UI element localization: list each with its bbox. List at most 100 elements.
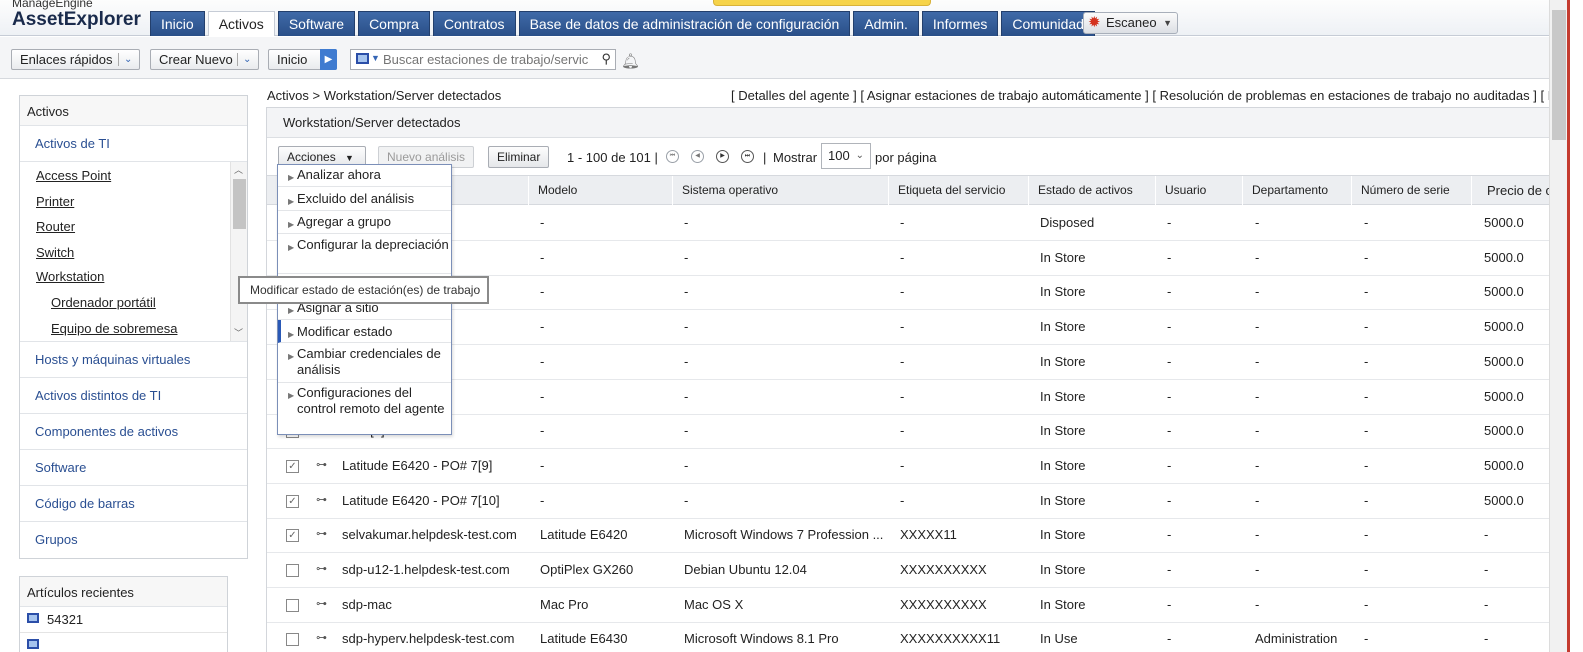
table-row[interactable]: ⊶ sdp-hyperv.helpdesk-test.com Latitude E6…: [267, 622, 1556, 652]
tab-6[interactable]: Admin.: [853, 11, 919, 36]
tab-7[interactable]: Informes: [921, 11, 999, 36]
tree-item-router[interactable]: Router: [36, 219, 75, 234]
page-scroll-thumb[interactable]: [1552, 10, 1566, 140]
prev-page-icon[interactable]: ◀: [691, 150, 704, 163]
column-header-asset-state[interactable]: Estado de activos: [1028, 176, 1155, 205]
table-row[interactable]: ⊶O# 7[5]---In Store---5000.0: [267, 310, 1556, 346]
tab-4[interactable]: Contratos: [432, 11, 516, 36]
top-notice-bar[interactable]: [713, 0, 931, 6]
sidebar-item-it-assets[interactable]: Activos de TI: [20, 126, 247, 162]
caret-down-icon[interactable]: ▼: [371, 53, 380, 63]
row-checkbox[interactable]: ✓: [286, 529, 299, 543]
scroll-up-icon[interactable]: ︿: [234, 163, 243, 176]
table-row[interactable]: ⊶O# 7[3]---In Store---5000.0: [267, 241, 1556, 276]
tab-0[interactable]: Inicio: [150, 11, 205, 36]
quick-links-button[interactable]: Enlaces rápidos ⌄: [11, 49, 140, 70]
sidebar-item-software[interactable]: Software: [20, 450, 247, 486]
home-button[interactable]: Inicio ▶: [268, 49, 337, 70]
menu-item-change-credentials[interactable]: ▶ Cambiar credenciales de análisis: [278, 343, 451, 383]
tab-2[interactable]: Software: [277, 11, 356, 36]
row-checkbox[interactable]: ✓: [286, 459, 299, 473]
cell-name[interactable]: Latitude E6420 - PO# 7[9]: [342, 449, 532, 483]
next-page-icon[interactable]: ▶: [716, 150, 729, 163]
create-new-button[interactable]: Crear Nuevo ⌄: [150, 49, 259, 70]
link-agent-details[interactable]: [ Detalles del agente ]: [731, 88, 857, 103]
menu-item-remote-control[interactable]: ▶ Configuraciones del control remoto del…: [278, 383, 451, 435]
link-troubleshoot[interactable]: [ Resolución de problemas en estaciones …: [1152, 88, 1536, 103]
scan-button[interactable]: ✹ Escaneo ▼: [1083, 12, 1178, 34]
cell-dept: -: [1255, 527, 1260, 543]
table-row[interactable]: ⊶ sdp-mac Mac Pro Mac OS X XXXXXXXXXX In Stor…: [267, 588, 1556, 623]
menu-item-label: Analizar ahora: [297, 167, 381, 182]
row-checkbox[interactable]: [286, 633, 299, 647]
table-row[interactable]: ⊶O# 7[7]---In Store---5000.0: [267, 380, 1556, 415]
column-header-service-tag[interactable]: Etiqueta del servicio: [888, 176, 1028, 205]
menu-item-depreciation[interactable]: ▶ Configurar la depreciación: [278, 234, 451, 274]
row-checkbox[interactable]: [286, 564, 299, 577]
cell-os: Microsoft Windows 7 Profession ...: [684, 527, 884, 543]
app-logo[interactable]: ManageEngine AssetExplorer: [12, 0, 141, 29]
menu-item-label: Configurar la depreciación: [297, 237, 449, 252]
bell-icon[interactable]: 🔔︎: [621, 52, 640, 70]
recent-item[interactable]: 54321: [20, 607, 227, 633]
recent-items-box: Artículos recientes 54321: [19, 576, 228, 652]
menu-item-add-to-group[interactable]: ▶ Agregar a grupo: [278, 211, 451, 234]
cell-name[interactable]: Latitude E6420 - PO# 7[10]: [342, 484, 532, 518]
tree-item-switch[interactable]: Switch: [36, 245, 74, 260]
column-header-department[interactable]: Departamento: [1242, 176, 1351, 205]
scroll-down-icon[interactable]: ﹀: [234, 326, 243, 339]
cell-name[interactable]: selvakumar.helpdesk-test.com: [342, 518, 532, 552]
column-header-os[interactable]: Sistema operativo: [672, 176, 888, 205]
sidebar-item-components[interactable]: Componentes de activos: [20, 414, 247, 450]
menu-item-modify-state[interactable]: ▶ Modificar estado: [278, 320, 451, 343]
sidebar-item-barcode[interactable]: Código de barras: [20, 486, 247, 522]
row-checkbox[interactable]: [286, 598, 299, 612]
search-box[interactable]: ▼ ⚲: [350, 49, 616, 70]
table-row[interactable]: ⊶O# 7[2]---Disposed---5000.0: [267, 206, 1556, 241]
scroll-thumb[interactable]: [233, 179, 246, 229]
cell-name[interactable]: sdp-u12-1.helpdesk-test.com: [342, 553, 532, 587]
recent-item[interactable]: [20, 633, 227, 652]
per-page-label: por página: [875, 150, 937, 165]
column-header-serial[interactable]: Número de serie: [1351, 176, 1471, 205]
cell-dept: -: [1255, 284, 1260, 300]
sidebar-item-hosts[interactable]: Hosts y máquinas virtuales: [20, 342, 247, 378]
delete-button[interactable]: Eliminar: [488, 146, 550, 168]
first-page-icon[interactable]: ⏮: [666, 150, 679, 163]
cell-name[interactable]: sdp-hyperv.helpdesk-test.com: [342, 622, 532, 652]
tab-8[interactable]: Comunidad: [1001, 11, 1095, 36]
cell-state: In Store: [1040, 457, 1086, 473]
menu-item-exclude-scan[interactable]: ▶ Excluido del análisis: [278, 187, 451, 211]
last-page-icon[interactable]: ⏭: [741, 150, 754, 163]
cell-name[interactable]: sdp-mac: [342, 588, 532, 622]
table-row[interactable]: ✓ ⊶ Latitude E6420 - PO# 7[10] - - - In Store -…: [267, 484, 1556, 519]
row-checkbox[interactable]: ✓: [286, 494, 299, 508]
caret-right-icon: ▶: [288, 173, 295, 182]
tab-1[interactable]: Activos: [207, 11, 275, 36]
tree-item-workstation[interactable]: Workstation: [36, 269, 104, 284]
table-row[interactable]: ⊶ sdp-u12-1.helpdesk-test.com OptiPlex GX2…: [267, 553, 1556, 588]
column-header-model[interactable]: Modelo: [528, 176, 672, 205]
column-header-user[interactable]: Usuario: [1155, 176, 1242, 205]
tab-5[interactable]: Base de datos de administración de confi…: [518, 11, 851, 36]
menu-item-scan-now[interactable]: ▶ Analizar ahora: [278, 165, 451, 187]
table-row[interactable]: ⊶O# 7[6]---In Store---5000.0: [267, 345, 1556, 380]
tree-item-laptop[interactable]: Ordenador portátil: [51, 295, 156, 310]
table-row[interactable]: ⊶O# 7[8]---In Store---5000.0: [267, 414, 1556, 450]
page-scrollbar[interactable]: [1549, 0, 1567, 652]
monitor-icon: [27, 613, 39, 623]
tree-item-access-point[interactable]: Access Point: [36, 168, 111, 183]
table-row[interactable]: ✓ ⊶ Latitude E6420 - PO# 7[9] - - - In Store - -…: [267, 449, 1556, 484]
tree-item-printer[interactable]: Printer: [36, 194, 74, 209]
column-header-price[interactable]: Precio de c: [1471, 176, 1561, 205]
per-page-select[interactable]: 100 ⌄: [821, 143, 871, 169]
link-auto-assign[interactable]: [ Asignar estaciones de trabajo automáti…: [860, 88, 1148, 103]
sidebar-item-groups[interactable]: Grupos: [20, 522, 247, 558]
tree-scrollbar[interactable]: ︿ ﹀: [230, 162, 247, 341]
table-row[interactable]: ✓ ⊶ selvakumar.helpdesk-test.com Latitude E…: [267, 518, 1556, 554]
tree-item-desktop[interactable]: Equipo de sobremesa: [51, 321, 177, 336]
search-input[interactable]: [383, 51, 593, 68]
tab-3[interactable]: Compra: [358, 11, 430, 36]
sidebar-item-non-it[interactable]: Activos distintos de TI: [20, 378, 247, 414]
search-icon[interactable]: ⚲: [601, 51, 611, 67]
